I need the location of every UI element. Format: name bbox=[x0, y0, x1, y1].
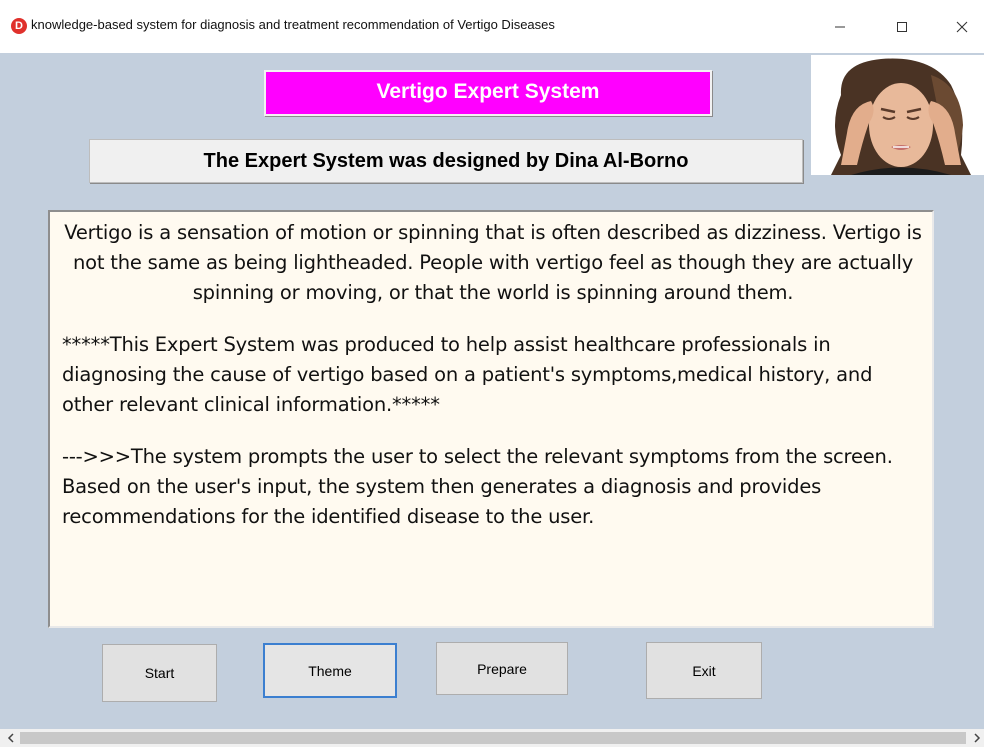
maximize-icon bbox=[897, 22, 907, 32]
horizontal-scrollbar[interactable] bbox=[0, 729, 984, 747]
chevron-left-icon bbox=[7, 733, 14, 743]
description-textbox[interactable]: Vertigo is a sensation of motion or spin… bbox=[48, 210, 934, 628]
description-paragraph-usage: --->>>The system prompts the user to sel… bbox=[62, 445, 893, 528]
headache-woman-image bbox=[811, 55, 984, 175]
designer-credit: The Expert System was designed by Dina A… bbox=[89, 139, 803, 183]
title-bar[interactable]: D knowledge-based system for diagnosis a… bbox=[0, 0, 984, 53]
prepare-button[interactable]: Prepare bbox=[436, 642, 568, 695]
description-paragraph-intro: Vertigo is a sensation of motion or spin… bbox=[64, 221, 922, 304]
description-paragraph-purpose: *****This Expert System was produced to … bbox=[62, 333, 873, 416]
main-panel: Vertigo Expert System The Expert System … bbox=[10, 53, 984, 729]
minimize-icon bbox=[835, 26, 845, 28]
exit-button[interactable]: Exit bbox=[646, 642, 762, 699]
page-title: Vertigo Expert System bbox=[264, 70, 712, 116]
scroll-left-button[interactable] bbox=[2, 729, 20, 747]
chevron-right-icon bbox=[974, 733, 981, 743]
scroll-thumb[interactable] bbox=[20, 732, 966, 744]
start-button[interactable]: Start bbox=[102, 644, 217, 702]
scroll-right-button[interactable] bbox=[968, 729, 984, 747]
app-window: D knowledge-based system for diagnosis a… bbox=[0, 0, 984, 747]
window-title: knowledge-based system for diagnosis and… bbox=[31, 17, 555, 32]
theme-button[interactable]: Theme bbox=[263, 643, 397, 698]
close-icon bbox=[956, 21, 968, 33]
minimize-button[interactable] bbox=[818, 10, 862, 44]
close-button[interactable] bbox=[940, 10, 984, 44]
app-logo-icon: D bbox=[11, 18, 27, 34]
maximize-button[interactable] bbox=[880, 10, 924, 44]
